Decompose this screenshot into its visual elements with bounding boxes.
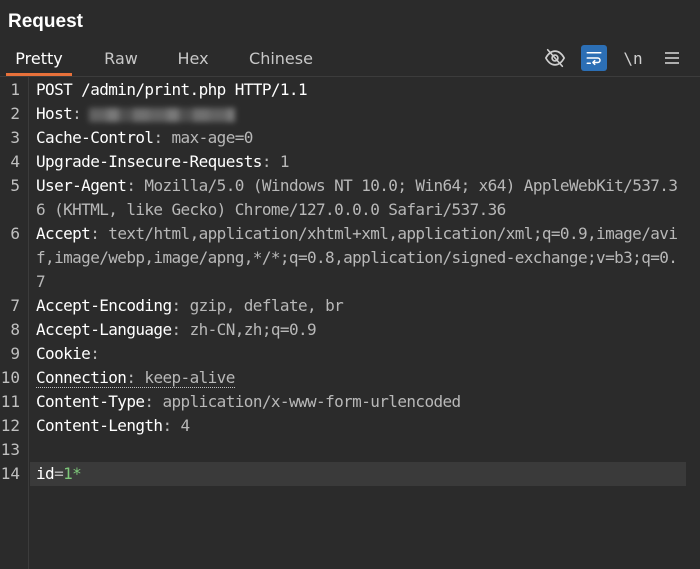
header-name: Cache-Control — [36, 128, 154, 147]
line-number: 8 — [10, 320, 20, 339]
wrap-lines-icon[interactable] — [581, 45, 607, 71]
line-number: 10 — [0, 368, 20, 387]
header-separator: : — [90, 344, 100, 363]
header-value: gzip, deflate, br — [180, 296, 344, 315]
editor-line: 8 Accept-Language: zh-CN,zh;q=0.9 — [0, 318, 700, 342]
line-number: 7 — [10, 296, 20, 315]
header-name: Cookie — [36, 344, 91, 363]
body-param-value: 1* — [63, 464, 82, 483]
editor-line: 1 POST /admin/print.php HTTP/1.1 — [0, 78, 700, 102]
editor-line: 5 User-Agent: Mozilla/5.0 (Windows NT 10… — [0, 174, 700, 222]
line-number: 5 — [10, 176, 20, 195]
editor-line: 3 Cache-Control: max-age=0 — [0, 126, 700, 150]
line-number: 11 — [0, 392, 20, 411]
editor-line: 4 Upgrade-Insecure-Requests: 1 — [0, 150, 700, 174]
line-number: 2 — [10, 104, 20, 123]
header-name: Accept — [36, 224, 91, 243]
line-number: 14 — [0, 464, 20, 483]
header-name: Host — [36, 104, 73, 123]
header-separator: : — [90, 224, 100, 243]
header-value: keep-alive — [135, 368, 235, 387]
header-name: Content-Type — [36, 392, 145, 411]
body-param-equals: = — [54, 464, 64, 483]
panel-title: Request — [8, 11, 83, 32]
header-name: User-Agent — [36, 176, 127, 195]
request-line: POST /admin/print.php HTTP/1.1 — [36, 80, 308, 99]
editor-line: 13 — [0, 438, 700, 462]
header-separator: : — [162, 416, 172, 435]
header-separator: : — [171, 320, 182, 339]
line-number: 1 — [10, 80, 20, 99]
header-separator: : — [72, 104, 82, 123]
line-number: 9 — [10, 344, 20, 363]
editor-line: 11 Content-Type: application/x-www-form-… — [0, 390, 700, 414]
header-value: zh-CN,zh;q=0.9 — [180, 320, 317, 339]
header-value: 4 — [171, 416, 191, 435]
header-name: Accept-Encoding — [36, 296, 172, 315]
editor-line: 7 Accept-Encoding: gzip, deflate, br — [0, 294, 700, 318]
menu-icon[interactable] — [659, 45, 685, 71]
editor-line: 10 Connection: keep-alive — [0, 366, 700, 390]
editor-line: 9 Cookie: — [0, 342, 700, 366]
request-editor[interactable]: 1 POST /admin/print.php HTTP/1.1 2 Host:… — [0, 78, 700, 569]
redacted-host-value — [89, 107, 236, 122]
header-name: Upgrade-Insecure-Requests — [36, 152, 262, 171]
line-number: 12 — [0, 416, 20, 435]
header-divider — [0, 76, 700, 77]
line-number: 6 — [10, 224, 20, 243]
editor-line: 2 Host: — [0, 102, 700, 126]
newline-icon[interactable]: \n — [620, 45, 646, 71]
body-param-key: id — [36, 464, 55, 483]
header-value: max-age=0 — [162, 128, 254, 147]
tab-chinese[interactable]: Chinese — [240, 46, 322, 76]
eye-off-icon[interactable] — [542, 45, 568, 71]
header-separator: : — [171, 296, 182, 315]
header-value: application/x-www-form-urlencoded — [153, 392, 461, 411]
header-value: 1 — [270, 152, 290, 171]
header-name: Content-Length — [36, 416, 163, 435]
tab-pretty[interactable]: Pretty — [6, 46, 72, 76]
line-number: 4 — [10, 152, 20, 171]
editor-line: 12 Content-Length: 4 — [0, 414, 700, 438]
header-name: Accept-Language — [36, 320, 172, 339]
line-number: 13 — [0, 440, 20, 459]
editor-line: 6 Accept: text/html,application/xhtml+xm… — [0, 222, 700, 294]
editor-line-current: 14 id=1* — [0, 462, 700, 486]
tab-raw[interactable]: Raw — [96, 46, 146, 76]
line-number: 3 — [10, 128, 20, 147]
header-value: text/html,application/xhtml+xml,applicat… — [36, 224, 678, 291]
header-name: Connection — [36, 368, 127, 387]
header-separator: : — [261, 152, 272, 171]
tab-hex[interactable]: Hex — [170, 46, 216, 76]
